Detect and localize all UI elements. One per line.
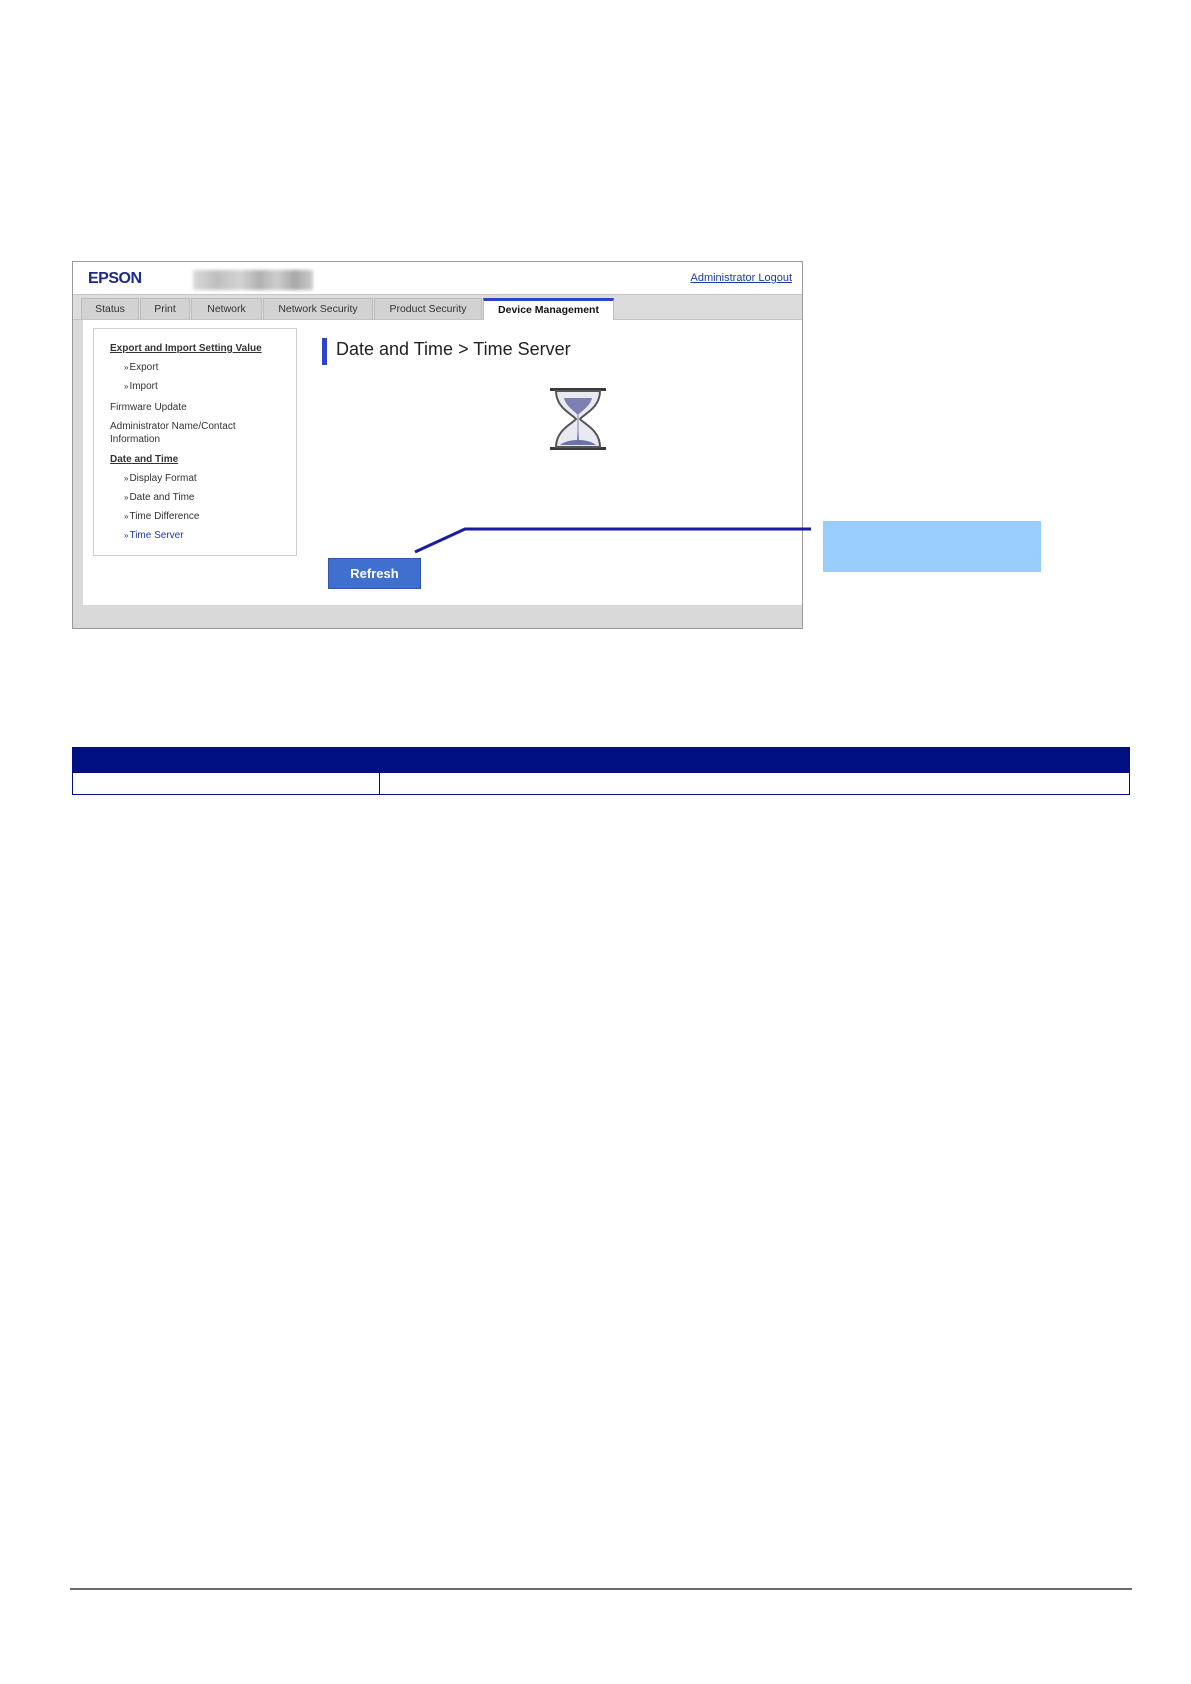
sidebar-item-firmware-update[interactable]: Firmware Update (110, 401, 187, 414)
page-title: Date and Time > Time Server (336, 339, 571, 359)
header-bar: EPSON Administrator Logout (73, 262, 802, 294)
table-header-description (379, 747, 1130, 773)
content-area: Export and Import Setting Value »Export … (83, 320, 802, 600)
tab-network-security[interactable]: Network Security (263, 298, 373, 319)
tab-network[interactable]: Network (191, 298, 262, 319)
hourglass-icon (550, 388, 606, 450)
table-header-item (72, 747, 380, 773)
administrator-logout-link[interactable]: Administrator Logout (691, 272, 793, 284)
callout-connector (414, 527, 811, 554)
blurred-printer-name (193, 270, 313, 290)
table-header-row (72, 747, 1130, 773)
refresh-button[interactable]: Refresh (328, 558, 421, 589)
chevron-right-icon: » (124, 474, 129, 483)
sidebar-item-display-format[interactable]: »Display Format (124, 472, 197, 485)
sidebar-item-export[interactable]: »Export (124, 361, 158, 374)
sidebar-item-import[interactable]: »Import (124, 380, 158, 393)
table-cell-description (379, 772, 1130, 795)
tab-print[interactable]: Print (140, 298, 190, 319)
sidebar-menu: Export and Import Setting Value »Export … (93, 328, 297, 556)
sidebar-item-time-server[interactable]: »Time Server (124, 529, 184, 542)
sidebar-item-export-import-heading[interactable]: Export and Import Setting Value (110, 342, 262, 355)
epson-logo: EPSON (88, 270, 142, 287)
chevron-right-icon: » (124, 512, 129, 521)
callout-box (823, 521, 1041, 572)
footer-bar (73, 605, 802, 628)
web-config-screenshot: EPSON Administrator Logout Status Print … (72, 261, 803, 629)
tab-status[interactable]: Status (81, 298, 139, 319)
tab-device-management[interactable]: Device Management (483, 298, 614, 320)
settings-table (72, 747, 1130, 795)
sidebar-item-administrator-name[interactable]: Administrator Name/Contact Information (110, 420, 236, 446)
sidebar-item-time-difference[interactable]: »Time Difference (124, 510, 199, 523)
table-row (72, 772, 1130, 795)
chevron-right-icon: » (124, 363, 129, 372)
tab-bar: Status Print Network Network Security Pr… (73, 295, 802, 320)
sidebar-item-date-and-time[interactable]: »Date and Time (124, 491, 195, 504)
title-accent-bar (322, 338, 327, 365)
table-cell-item (72, 772, 380, 795)
chevron-right-icon: » (124, 493, 129, 502)
sidebar-item-date-time-heading[interactable]: Date and Time (110, 453, 178, 466)
page-footer-rule (70, 1588, 1132, 1590)
chevron-right-icon: » (124, 382, 129, 391)
tab-product-security[interactable]: Product Security (374, 298, 482, 319)
chevron-right-icon: » (124, 531, 129, 540)
left-gutter (73, 320, 83, 605)
